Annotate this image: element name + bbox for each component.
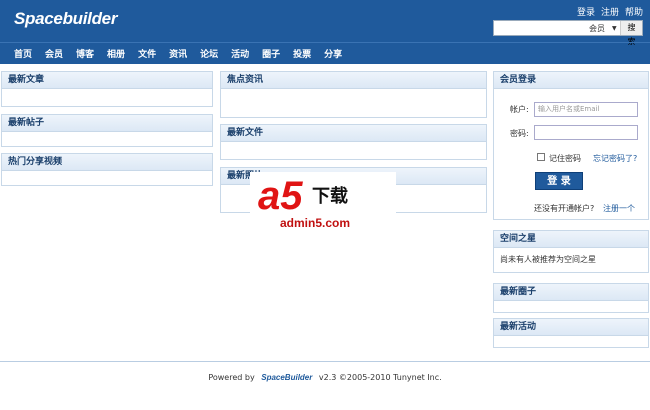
latest-events-panel: 最新活动: [493, 318, 649, 348]
nav-blog[interactable]: 博客: [76, 47, 94, 60]
remember-checkbox[interactable]: [537, 153, 545, 161]
panel-title: 最新文件: [221, 125, 486, 142]
footer-brand-link[interactable]: SpaceBuilder: [261, 373, 312, 382]
header-bar: Spacebuilder 登录 注册 帮助 会员 ▼ 搜索 首页 会员 博客 相…: [0, 0, 650, 64]
register-one-link[interactable]: 注册一个: [603, 203, 635, 214]
search-scope-select[interactable]: 会员: [582, 23, 612, 34]
top-links: 登录 注册 帮助: [577, 5, 643, 18]
nav-forum[interactable]: 论坛: [200, 47, 218, 60]
nav-news[interactable]: 资讯: [169, 47, 187, 60]
a5-watermark: a5 下载 admin5.com: [250, 172, 396, 234]
nav-groups[interactable]: 圈子: [262, 47, 280, 60]
footer-version: v2.3 ©2005-2010 Tunynet Inc.: [318, 373, 442, 382]
panel-title: 最新圈子: [494, 284, 648, 301]
nav-polls[interactable]: 投票: [293, 47, 311, 60]
latest-groups-panel: 最新圈子: [493, 283, 649, 313]
account-input[interactable]: 输入用户名或Email: [534, 102, 638, 117]
nav-share[interactable]: 分享: [324, 47, 342, 60]
nav-album[interactable]: 相册: [107, 47, 125, 60]
latest-articles-panel: 最新文章: [1, 71, 213, 107]
watermark-url: admin5.com: [280, 216, 351, 230]
footer: Powered by SpaceBuilder v2.3 ©2005-2010 …: [0, 373, 650, 382]
register-link[interactable]: 注册: [601, 5, 619, 18]
panel-title: 空间之星: [494, 231, 648, 248]
space-star-text: 尚未有人被推荐为空间之星: [500, 255, 596, 264]
panel-title: 最新帖子: [2, 115, 212, 132]
panel-title: 会员登录: [494, 72, 648, 89]
nav-events[interactable]: 活动: [231, 47, 249, 60]
latest-posts-panel: 最新帖子: [1, 114, 213, 147]
search-box: 会员 ▼ 搜索: [493, 20, 643, 46]
space-star-panel: 空间之星 尚未有人被推荐为空间之星: [493, 230, 649, 273]
focus-news-panel: 焦点资讯: [220, 71, 487, 118]
panel-title: 最新文章: [2, 72, 212, 89]
site-logo[interactable]: Spacebuilder: [14, 9, 117, 29]
chevron-down-icon[interactable]: ▼: [612, 25, 620, 32]
account-label: 帐户:: [510, 105, 529, 114]
panel-title: 最新活动: [494, 319, 648, 336]
nav-members[interactable]: 会员: [45, 47, 63, 60]
password-label: 密码:: [510, 129, 529, 138]
search-button[interactable]: 搜索: [620, 21, 642, 46]
password-input[interactable]: [534, 125, 638, 140]
member-login-panel: 会员登录: [493, 71, 649, 220]
nav-home[interactable]: 首页: [14, 47, 32, 60]
latest-files-panel: 最新文件: [220, 124, 487, 160]
watermark-text: 下载: [312, 186, 348, 207]
help-link[interactable]: 帮助: [625, 5, 643, 18]
panel-title: 焦点资讯: [221, 72, 486, 89]
no-account-text: 还没有开通帐户?: [534, 204, 595, 213]
remember-label: 记住密码: [549, 154, 581, 163]
search-input[interactable]: [494, 21, 582, 35]
login-button[interactable]: 登 录: [535, 172, 583, 190]
nav-divider: [0, 42, 650, 43]
watermark-logo: a5: [258, 174, 303, 218]
main-nav: 首页 会员 博客 相册 文件 资讯 论坛 活动 圈子 投票 分享: [14, 47, 355, 60]
hot-videos-panel: 热门分享视频: [1, 153, 213, 186]
nav-files[interactable]: 文件: [138, 47, 156, 60]
panel-title: 热门分享视频: [2, 154, 212, 171]
footer-divider: [0, 361, 650, 362]
footer-powered: Powered by: [208, 373, 255, 382]
forgot-password-link[interactable]: 忘记密码了?: [593, 153, 637, 164]
login-link[interactable]: 登录: [577, 5, 595, 18]
